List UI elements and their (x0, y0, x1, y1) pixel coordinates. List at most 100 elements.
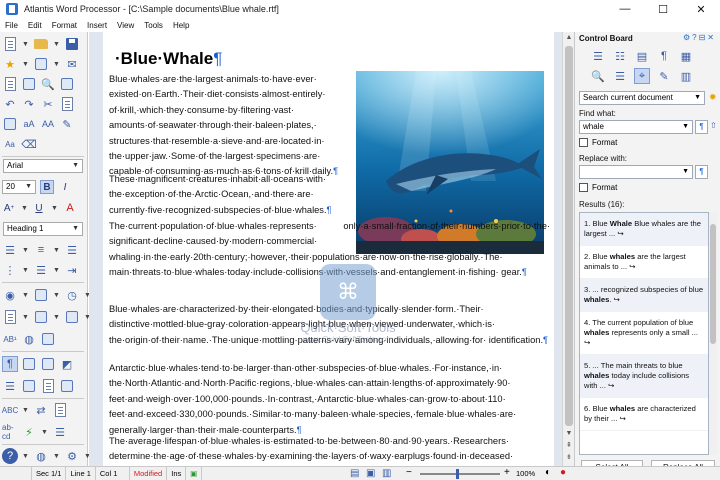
menu-file[interactable]: File (0, 21, 23, 30)
split-view-icon[interactable]: ◩ (59, 356, 75, 372)
align-justify-icon[interactable]: ☰ (2, 242, 18, 258)
full-screen-icon[interactable] (21, 356, 37, 372)
list-item[interactable]: 5. ... The main threats to blue whales t… (580, 355, 708, 398)
page-view-icon[interactable]: ▣ (366, 468, 375, 479)
chevron-down-icon[interactable]: ▼ (21, 262, 30, 278)
list-icon[interactable]: ☰ (612, 68, 628, 84)
scroll-thumb[interactable] (565, 46, 573, 426)
list-item[interactable]: 3. ... recognized subspecies of blue wha… (580, 279, 708, 312)
italic-button[interactable]: I (58, 180, 72, 194)
format-painter-icon[interactable]: ✎ (59, 116, 75, 132)
lightning-icon[interactable]: ⚡ (21, 424, 37, 440)
change-case-icon[interactable]: aA (21, 116, 37, 132)
chevron-down-icon[interactable]: ▼ (21, 309, 30, 325)
document-page[interactable]: ·Blue·Whale¶ Blue·whales·are·the·largest… (103, 32, 554, 466)
chevron-down-icon[interactable]: ▼ (21, 56, 30, 72)
outline-view-icon[interactable]: ▥ (382, 468, 391, 479)
paragraph-icon[interactable]: ¶ (656, 48, 672, 64)
document-title[interactable]: ·Blue·Whale¶ (115, 49, 222, 69)
undo-icon[interactable]: ↶ (2, 96, 18, 112)
menu-insert[interactable]: Insert (82, 21, 112, 30)
menu-tools[interactable]: Tools (139, 21, 168, 30)
styles-icon[interactable]: ☷ (612, 48, 628, 64)
zoom-slider[interactable] (420, 473, 500, 475)
zoom-out-icon[interactable]: − (406, 467, 412, 478)
paragraph-style-select[interactable]: Heading 1 ▼ (3, 222, 83, 236)
checkbox-box[interactable] (579, 138, 588, 147)
align-center-icon[interactable]: ≡ (33, 242, 49, 258)
line-spacing-icon[interactable]: ☰ (64, 242, 80, 258)
alert-icon[interactable]: ● (560, 467, 566, 478)
copy-icon[interactable] (59, 96, 75, 112)
image-icon[interactable] (40, 331, 56, 347)
notes-icon[interactable] (40, 378, 56, 394)
chevron-down-icon[interactable]: ▼ (52, 309, 61, 325)
new-document-icon[interactable] (2, 36, 18, 52)
autocorrect-icon[interactable]: AB¹ (2, 331, 18, 347)
pin-icon[interactable]: ⊟ (699, 33, 708, 42)
document-area[interactable]: ·Blue·Whale¶ Blue·whales·are·the·largest… (89, 32, 562, 466)
list-item[interactable]: 1. Blue Whale Blue whales are the larges… (580, 213, 708, 246)
menu-edit[interactable]: Edit (23, 21, 47, 30)
find-icon[interactable]: 🔍 (40, 76, 56, 92)
chevron-down-icon[interactable]: ▼ (52, 262, 61, 278)
menu-help[interactable]: Help (168, 21, 194, 30)
replace-input[interactable]: ▼ (579, 165, 693, 179)
insert-table-icon[interactable] (33, 309, 49, 325)
font-size-select[interactable]: 20 ▼ (2, 180, 36, 194)
bullet-list-icon[interactable]: ⋮ (2, 262, 18, 278)
font-color-icon[interactable]: A (62, 200, 78, 216)
find-input[interactable]: whale ▼ (579, 120, 693, 134)
chevron-down-icon[interactable]: ▼ (52, 242, 61, 258)
indent-icon[interactable]: ⇥ (64, 262, 80, 278)
star-icon[interactable]: ★ (2, 56, 18, 72)
normal-view-icon[interactable]: ▤ (350, 468, 359, 479)
zoom-icon[interactable] (40, 356, 56, 372)
cut-icon[interactable]: ✂ (40, 96, 56, 112)
bookmark-icon[interactable] (21, 378, 37, 394)
replace-special-button[interactable]: ¶ (695, 165, 708, 179)
bold-button[interactable]: B (40, 180, 54, 194)
font-name-select[interactable]: Arial ▼ (3, 159, 83, 173)
chevron-down-icon[interactable]: ▼ (20, 200, 29, 216)
style-icon[interactable]: Aa (2, 136, 18, 152)
statistics-icon[interactable] (59, 378, 75, 394)
highlight-icon[interactable]: ✎ (656, 68, 672, 84)
find-special-button[interactable]: ¶ (695, 120, 708, 134)
symbol-icon[interactable] (64, 309, 80, 325)
bookmarks-icon[interactable]: ▥ (678, 68, 694, 84)
underline-button[interactable]: U (32, 201, 46, 215)
options-gear-icon[interactable]: ✹ (709, 92, 717, 103)
page-setup-icon[interactable] (21, 76, 37, 92)
paste-icon[interactable] (2, 116, 18, 132)
chevron-down-icon[interactable]: ▼ (52, 287, 61, 303)
numbered-list-icon[interactable]: ☰ (33, 262, 49, 278)
globe-icon[interactable]: ◍ (21, 331, 37, 347)
chevron-down-icon[interactable]: ▼ (52, 448, 61, 464)
menu-format[interactable]: Format (47, 21, 82, 30)
chevron-down-icon[interactable]: ▼ (21, 242, 30, 258)
paragraph-1[interactable]: Blue·whales·are·the·largest·animals·to·h… (109, 72, 354, 180)
table-icon[interactable]: ▦ (678, 48, 694, 64)
chevron-down-icon[interactable]: ▼ (21, 448, 30, 464)
scroll-thumb[interactable] (710, 224, 716, 344)
find-format-checkbox[interactable]: Format (579, 138, 617, 147)
zoom-level[interactable]: 100% (516, 467, 535, 480)
email-icon[interactable]: ✉ (64, 56, 80, 72)
find-replace-icon[interactable]: ⌖ (634, 68, 650, 84)
clear-format-icon[interactable]: ⌫ (21, 136, 37, 152)
redo-icon[interactable]: ↷ (21, 96, 37, 112)
maximize-button[interactable]: ☐ (644, 0, 682, 18)
status-ins[interactable]: Ins (167, 466, 187, 480)
document-icon[interactable]: ▤ (634, 48, 650, 64)
contrast-icon[interactable]: ◐ (545, 467, 551, 478)
zoom-in-icon[interactable]: + (504, 467, 510, 478)
menu-view[interactable]: View (112, 21, 139, 30)
search-icon[interactable]: 🔍 (590, 68, 606, 84)
close-icon[interactable]: ✕ (707, 33, 716, 42)
close-button[interactable]: ✕ (682, 0, 720, 18)
insert-picture-icon[interactable] (33, 287, 49, 303)
find-previous-icon[interactable]: ⇧ (710, 121, 717, 130)
search-scope-select[interactable]: Search current document ▼ (579, 91, 705, 105)
chevron-down-icon[interactable]: ▼ (21, 287, 30, 303)
